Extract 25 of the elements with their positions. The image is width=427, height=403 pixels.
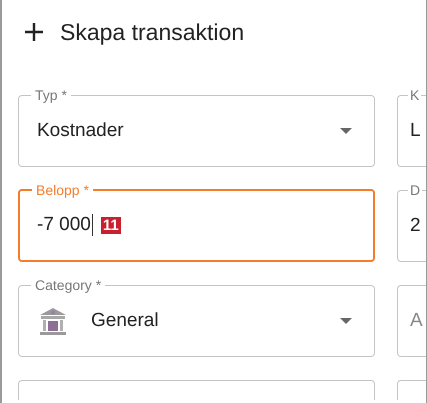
input-field[interactable]: Category * General — [18, 277, 375, 357]
plus-icon — [24, 22, 44, 42]
field-value: 2 — [410, 214, 421, 236]
dropdown-caret-icon — [340, 128, 352, 134]
input-field[interactable]: Typ * Kostnader — [18, 87, 375, 167]
field-label: K — [409, 87, 420, 103]
input-field[interactable]: D 2 — [397, 182, 426, 262]
field-label: D — [409, 182, 422, 198]
text-cursor — [92, 214, 93, 236]
field-label: Category * — [34, 277, 102, 293]
input-field[interactable] — [397, 380, 426, 400]
field-placeholder: A — [410, 310, 423, 332]
input-field[interactable]: Belopp * -7 000 11 — [18, 182, 375, 262]
field-value: -7 000 — [37, 214, 91, 236]
field-label: Belopp * — [35, 182, 90, 198]
field-value: General — [91, 310, 159, 332]
field-value: Kostnader — [37, 120, 124, 142]
step-marker: 11 — [100, 216, 121, 234]
input-field[interactable]: A — [397, 285, 426, 357]
dropdown-caret-icon — [340, 318, 352, 324]
input-field[interactable]: K L — [397, 87, 426, 167]
dialog-title: Skapa transaktion — [60, 18, 244, 46]
field-label: Typ * — [34, 87, 68, 103]
field-value: L — [410, 120, 421, 142]
input-field[interactable] — [18, 380, 375, 400]
